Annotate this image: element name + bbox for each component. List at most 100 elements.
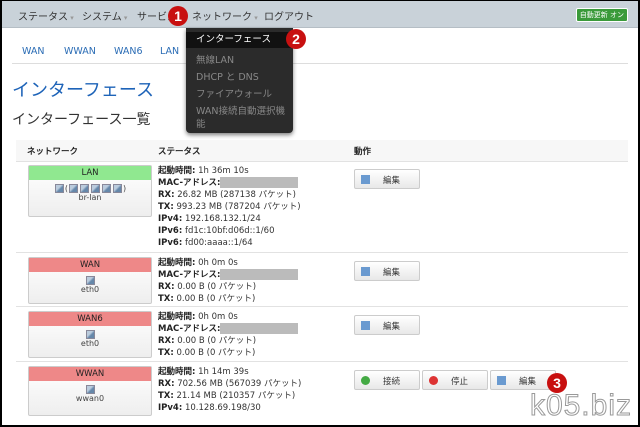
menu-item-wireless[interactable]: 無線LAN	[196, 52, 234, 66]
device-name: eth0	[80, 285, 100, 294]
nav-logout[interactable]: ログアウト	[264, 8, 314, 23]
menu-item-wan-auto[interactable]: WAN接続自動選択機	[196, 103, 285, 117]
tab-lan[interactable]: LAN	[160, 46, 179, 57]
menu-item-wan-auto-cont[interactable]: 能	[196, 116, 206, 130]
col-network: ネットワーク	[27, 147, 79, 157]
network-box-wan: WAN eth0	[28, 257, 152, 304]
label: RX:	[158, 336, 175, 346]
status-lan: 起動時間: 1h 36m 10s MAC-アドレス: RX: 26.82 MB …	[158, 165, 301, 249]
label: RX:	[158, 190, 175, 200]
ethernet-icon	[85, 385, 95, 394]
watermark: k05.biz	[529, 389, 632, 423]
value: 21.14 MB (210357 パケット)	[176, 391, 296, 401]
table-row-wan6: WAN6 eth0 起動時間: 0h 0m 0s MAC-アドレス: RX: 0…	[16, 308, 628, 362]
ethernet-icon	[85, 276, 95, 285]
connect-button[interactable]: 接続	[354, 370, 420, 390]
network-name: LAN	[29, 166, 151, 180]
label: TX:	[158, 294, 174, 304]
section-title: インターフェース一覧	[12, 112, 151, 128]
tab-wan[interactable]: WAN	[22, 46, 44, 57]
value: 0.00 B (0 パケット)	[176, 348, 256, 358]
label: 起動時間:	[158, 166, 196, 176]
label: 起動時間:	[158, 312, 196, 322]
value: 10.128.69.198/30	[184, 403, 261, 413]
label: MAC-アドレス:	[158, 178, 221, 188]
value: 0.00 B (0 パケット)	[177, 336, 257, 346]
network-name: WWAN	[29, 367, 151, 381]
status-wwan: 起動時間: 1h 14m 39s RX: 702.56 MB (567039 パ…	[158, 366, 301, 414]
value: 993.23 MB (787204 パケット)	[176, 202, 301, 212]
label: 編集	[519, 377, 537, 387]
value: fd00:aaaa::1/64	[184, 238, 253, 248]
divider	[12, 63, 628, 64]
edit-button[interactable]: 編集	[354, 169, 420, 189]
network-box-wwan: WWAN wwan0	[28, 366, 152, 416]
device-name: eth0	[80, 339, 100, 348]
device-name: wwan0	[75, 394, 105, 403]
value: 0.00 B (0 パケット)	[177, 282, 257, 292]
table-row-wan: WAN eth0 起動時間: 0h 0m 0s MAC-アドレス: RX: 0.…	[16, 254, 628, 307]
menu-item-firewall[interactable]: ファイアウォール	[196, 86, 272, 100]
step-marker-1: 1	[168, 6, 188, 26]
redacted-mac	[220, 269, 299, 280]
value: 192.168.132.1/24	[184, 214, 261, 224]
label: TX:	[158, 348, 174, 358]
edit-icon	[497, 376, 506, 385]
nav-status[interactable]: ステータス	[18, 8, 74, 23]
top-nav: ステータス システム サービス ネットワーク ログアウト 自動更新 オン	[2, 1, 638, 28]
label: 起動時間:	[158, 367, 196, 377]
col-actions: 動作	[354, 147, 372, 157]
network-dropdown-menu: インターフェース 無線LAN DHCP と DNS ファイアウォール WAN接続…	[186, 28, 293, 133]
menu-item-interfaces[interactable]: インターフェース	[186, 32, 293, 48]
nav-system[interactable]: システム	[82, 8, 127, 23]
label: MAC-アドレス:	[158, 270, 221, 280]
edit-button[interactable]: 編集	[490, 370, 556, 390]
label: RX:	[158, 282, 175, 292]
ethernet-icon	[85, 330, 95, 339]
value: 0.00 B (0 パケット)	[176, 294, 256, 304]
tab-wwan[interactable]: WWAN	[64, 46, 96, 57]
network-name: WAN6	[29, 312, 151, 326]
bridge-ports-icon: ()	[54, 184, 126, 193]
step-marker-2: 2	[286, 29, 306, 49]
value: 0h 0m 0s	[198, 258, 238, 268]
label: TX:	[158, 202, 174, 212]
edit-icon	[361, 321, 370, 330]
page-title: インターフェース	[12, 80, 155, 101]
label: 停止	[451, 377, 469, 387]
value: 702.56 MB (567039 パケット)	[177, 379, 302, 389]
table-row-lan: LAN () br-lan 起動時間: 1h 36m 10s MAC-アドレス: …	[16, 162, 628, 253]
reload-icon	[361, 376, 370, 385]
redacted-mac	[220, 177, 299, 188]
label: 編集	[383, 322, 401, 332]
edit-button[interactable]: 編集	[354, 261, 420, 281]
status-wan6: 起動時間: 0h 0m 0s MAC-アドレス: RX: 0.00 B (0 パ…	[158, 311, 299, 359]
network-box-lan: LAN () br-lan	[28, 165, 152, 217]
redacted-mac	[220, 323, 299, 334]
col-status: ステータス	[158, 147, 201, 157]
value: 1h 36m 10s	[198, 166, 249, 176]
stop-icon	[429, 376, 438, 385]
label: IPv4:	[158, 403, 183, 413]
value: 26.82 MB (287138 パケット)	[177, 190, 296, 200]
stop-button[interactable]: 停止	[422, 370, 488, 390]
label: IPv6:	[158, 226, 183, 236]
status-wan: 起動時間: 0h 0m 0s MAC-アドレス: RX: 0.00 B (0 パ…	[158, 257, 299, 305]
network-name: WAN	[29, 258, 151, 272]
label: TX:	[158, 391, 174, 401]
nav-network[interactable]: ネットワーク	[192, 8, 258, 23]
value: fd1c:10bf:d06d::1/60	[184, 226, 275, 236]
label: 起動時間:	[158, 258, 196, 268]
label: IPv4:	[158, 214, 183, 224]
auto-refresh-badge[interactable]: 自動更新 オン	[575, 8, 628, 22]
value: 0h 0m 0s	[198, 312, 238, 322]
label: MAC-アドレス:	[158, 324, 221, 334]
label: 編集	[383, 268, 401, 278]
tab-wan6[interactable]: WAN6	[114, 46, 143, 57]
edit-button[interactable]: 編集	[354, 315, 420, 335]
network-box-wan6: WAN6 eth0	[28, 311, 152, 358]
label: 接続	[383, 377, 401, 387]
table-header: ネットワーク ステータス 動作	[16, 140, 628, 162]
value: 1h 14m 39s	[198, 367, 249, 377]
menu-item-dhcp-dns[interactable]: DHCP と DNS	[196, 69, 259, 83]
